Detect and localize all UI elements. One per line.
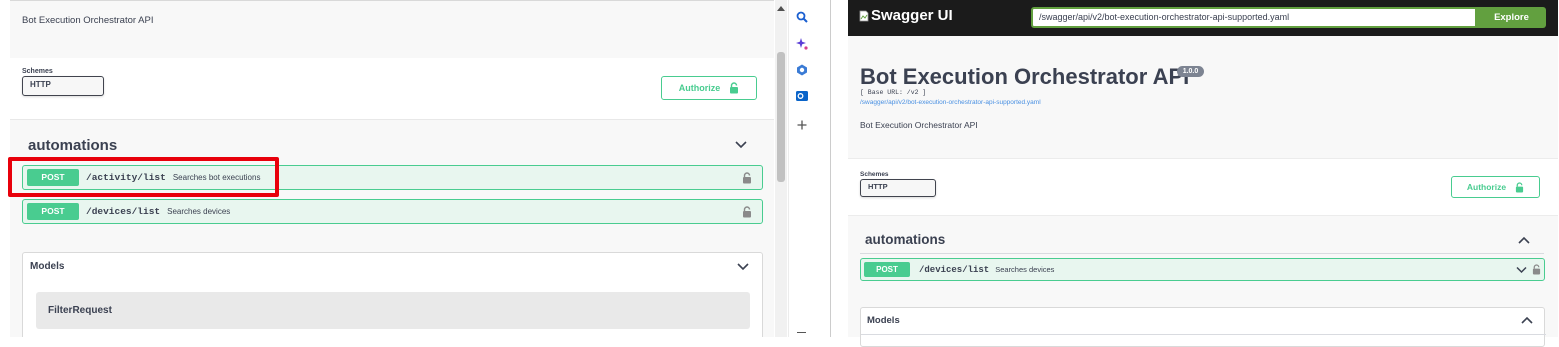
api-title: Bot Execution Orchestrator API: [860, 64, 1190, 89]
broken-image-icon: [859, 10, 869, 21]
logo-text: Swagger UI: [871, 7, 953, 24]
authorize-label: Authorize: [1466, 182, 1507, 192]
scrollbar[interactable]: [775, 0, 787, 337]
schemes-section: Schemes HTTP Authorize: [848, 158, 1558, 216]
outlook-icon[interactable]: [796, 90, 808, 102]
tag-divider: [860, 253, 1544, 254]
authorize-label: Authorize: [678, 83, 721, 93]
operation-devices-list[interactable]: POST /devices/list Searches devices: [860, 258, 1545, 281]
authorize-button[interactable]: Authorize: [661, 76, 757, 100]
tag-automations[interactable]: automations: [865, 232, 945, 247]
chevron-down-icon[interactable]: [737, 262, 749, 272]
copilot-icon[interactable]: [796, 64, 808, 76]
minus-icon[interactable]: [797, 332, 806, 333]
tag-automations[interactable]: automations: [28, 137, 117, 154]
model-name: FilterRequest: [48, 305, 112, 316]
left-browser-pane: Bot Execution Orchestrator API Schemes H…: [0, 0, 830, 337]
spec-url-input[interactable]: /swagger/api/v2/bot-execution-orchestrat…: [1031, 7, 1477, 28]
api-description: Bot Execution Orchestrator API: [860, 120, 978, 130]
swagger-topbar: Swagger UI /swagger/api/v2/bot-execution…: [848, 0, 1558, 36]
operations-section: automations POST /activity/list Searches…: [10, 120, 774, 337]
schemes-select[interactable]: HTTP: [22, 76, 104, 96]
chevron-down-icon[interactable]: [735, 140, 747, 150]
chevron-up-icon[interactable]: [1518, 236, 1530, 245]
plus-icon[interactable]: [796, 119, 808, 131]
schemes-label: Schemes: [860, 171, 889, 178]
edge-sidebar: [788, 0, 813, 337]
operation-path: /devices/list: [919, 264, 990, 275]
models-section: Models FilterRequest: [22, 252, 763, 337]
search-icon[interactable]: [796, 11, 808, 23]
right-browser-pane: Swagger UI /swagger/api/v2/bot-execution…: [831, 0, 1559, 347]
operation-summary: Searches devices: [167, 207, 231, 216]
sparkle-icon[interactable]: [796, 38, 808, 50]
models-divider: [861, 334, 1546, 335]
lock-icon: [730, 82, 739, 94]
lock-icon[interactable]: [742, 206, 752, 218]
method-badge: POST: [27, 203, 79, 220]
highlight-box: [8, 157, 279, 197]
swagger-logo[interactable]: Swagger UI: [859, 7, 953, 24]
models-title[interactable]: Models: [30, 261, 64, 272]
chevron-down-icon[interactable]: [1516, 266, 1527, 274]
schemes-select[interactable]: HTTP: [860, 179, 936, 197]
authorize-button[interactable]: Authorize: [1451, 176, 1540, 198]
info-section: Bot Execution Orchestrator API: [10, 0, 774, 58]
explore-button[interactable]: Explore: [1477, 7, 1546, 28]
lock-icon[interactable]: [1532, 264, 1541, 275]
model-filterrequest[interactable]: FilterRequest: [36, 292, 750, 329]
spec-link[interactable]: /swagger/api/v2/bot-execution-orchestrat…: [860, 99, 1041, 106]
schemes-section: Schemes HTTP Authorize: [10, 58, 774, 120]
models-title[interactable]: Models: [867, 315, 900, 326]
lock-icon[interactable]: [742, 172, 752, 184]
operation-summary: Searches devices: [995, 265, 1055, 274]
base-url: [ Base URL: /v2 ]: [860, 89, 927, 96]
lock-icon: [1515, 181, 1524, 192]
scrollbar-thumb[interactable]: [777, 52, 785, 182]
operation-devices-list[interactable]: POST /devices/list Searches devices: [22, 199, 763, 224]
version-badge: 1.0.0: [1177, 66, 1204, 77]
scroll-up-icon[interactable]: [777, 5, 785, 11]
operation-path: /devices/list: [86, 206, 161, 217]
chevron-up-icon[interactable]: [1521, 316, 1533, 325]
method-badge: POST: [864, 262, 910, 277]
api-description: Bot Execution Orchestrator API: [22, 15, 154, 26]
schemes-label: Schemes: [22, 68, 53, 75]
models-section: Models: [860, 307, 1546, 347]
